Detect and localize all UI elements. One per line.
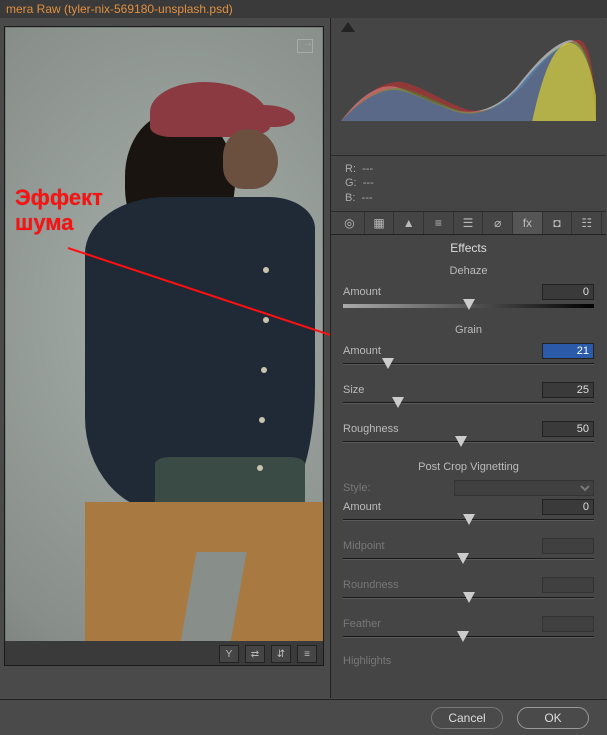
main-area: Эффект шума Y ⇄ ⇵ ≡ xyxy=(0,18,607,698)
pcv-amount-input[interactable] xyxy=(542,499,594,515)
tab-detail[interactable]: ▲ xyxy=(394,212,424,234)
cancel-button[interactable]: Cancel xyxy=(431,707,503,729)
tab-calibration[interactable]: ◘ xyxy=(543,212,573,234)
pcv-heading: Post Crop Vignetting xyxy=(331,457,606,477)
pcv-amount-label: Amount xyxy=(343,501,534,513)
tab-presets[interactable]: ☷ xyxy=(572,212,602,234)
grain-roughness-label: Roughness xyxy=(343,423,534,435)
dialog-footer: Cancel OK xyxy=(0,699,607,735)
ok-button[interactable]: OK xyxy=(517,707,589,729)
tab-basic[interactable]: ◎ xyxy=(335,212,365,234)
grain-amount-input[interactable] xyxy=(542,343,594,359)
histogram xyxy=(331,18,606,156)
toggle-settings-button[interactable]: ≡ xyxy=(297,645,317,663)
pcv-style-label: Style: xyxy=(343,482,446,494)
shadow-clip-icon[interactable] xyxy=(341,22,355,32)
pcv-feather-label: Feather xyxy=(343,618,534,630)
grain-amount-label: Amount xyxy=(343,345,534,357)
grain-heading: Grain xyxy=(331,320,606,340)
tab-effects[interactable]: fx xyxy=(513,212,543,234)
panel-title: Effects xyxy=(331,235,606,261)
pcv-roundness-slider xyxy=(343,593,594,607)
pcv-feather-slider xyxy=(343,632,594,646)
tab-split[interactable]: ☰ xyxy=(454,212,484,234)
preview-column: Эффект шума Y ⇄ ⇵ ≡ xyxy=(0,18,330,698)
grain-roughness-slider[interactable] xyxy=(343,437,594,451)
pcv-roundness-label: Roundness xyxy=(343,579,534,591)
dehaze-amount-label: Amount xyxy=(343,286,534,298)
swap-view-button[interactable]: ⇄ xyxy=(245,645,265,663)
window-title: mera Raw (tyler-nix-569180-unsplash.psd) xyxy=(0,0,607,18)
pcv-roundness-input xyxy=(542,577,594,593)
pcv-midpoint-label: Midpoint xyxy=(343,540,534,552)
annotation-text: Эффект шума xyxy=(15,185,103,236)
pcv-midpoint-slider xyxy=(343,554,594,568)
dehaze-amount-row: Amount xyxy=(331,281,606,300)
copy-settings-button[interactable]: ⇵ xyxy=(271,645,291,663)
dehaze-amount-slider[interactable] xyxy=(343,300,594,314)
pcv-highlights-label: Highlights xyxy=(343,655,594,667)
grain-amount-slider[interactable] xyxy=(343,359,594,373)
grain-size-slider[interactable] xyxy=(343,398,594,412)
pcv-midpoint-input xyxy=(542,538,594,554)
before-after-button[interactable]: Y xyxy=(219,645,239,663)
pcv-amount-slider[interactable] xyxy=(343,515,594,529)
tab-hsl[interactable]: ≡ xyxy=(424,212,454,234)
grain-size-input[interactable] xyxy=(542,382,594,398)
grain-size-label: Size xyxy=(343,384,534,396)
pcv-style-select[interactable] xyxy=(454,480,594,496)
adjustments-panel: R: --- G: --- B: --- ◎ ▦ ▲ ≡ ☰ ⌀ fx ◘ ☷ … xyxy=(330,18,606,698)
pcv-feather-input xyxy=(542,616,594,632)
expand-icon[interactable] xyxy=(297,39,313,53)
tab-lens[interactable]: ⌀ xyxy=(483,212,513,234)
preview-toolbar: Y ⇄ ⇵ ≡ xyxy=(5,641,323,665)
tab-curve[interactable]: ▦ xyxy=(365,212,395,234)
tab-strip: ◎ ▦ ▲ ≡ ☰ ⌀ fx ◘ ☷ xyxy=(331,212,606,235)
rgb-readout: R: --- G: --- B: --- xyxy=(331,156,606,212)
dehaze-heading: Dehaze xyxy=(331,261,606,281)
image-preview: Эффект шума Y ⇄ ⇵ ≡ xyxy=(4,26,324,666)
grain-roughness-input[interactable] xyxy=(542,421,594,437)
dehaze-amount-input[interactable] xyxy=(542,284,594,300)
